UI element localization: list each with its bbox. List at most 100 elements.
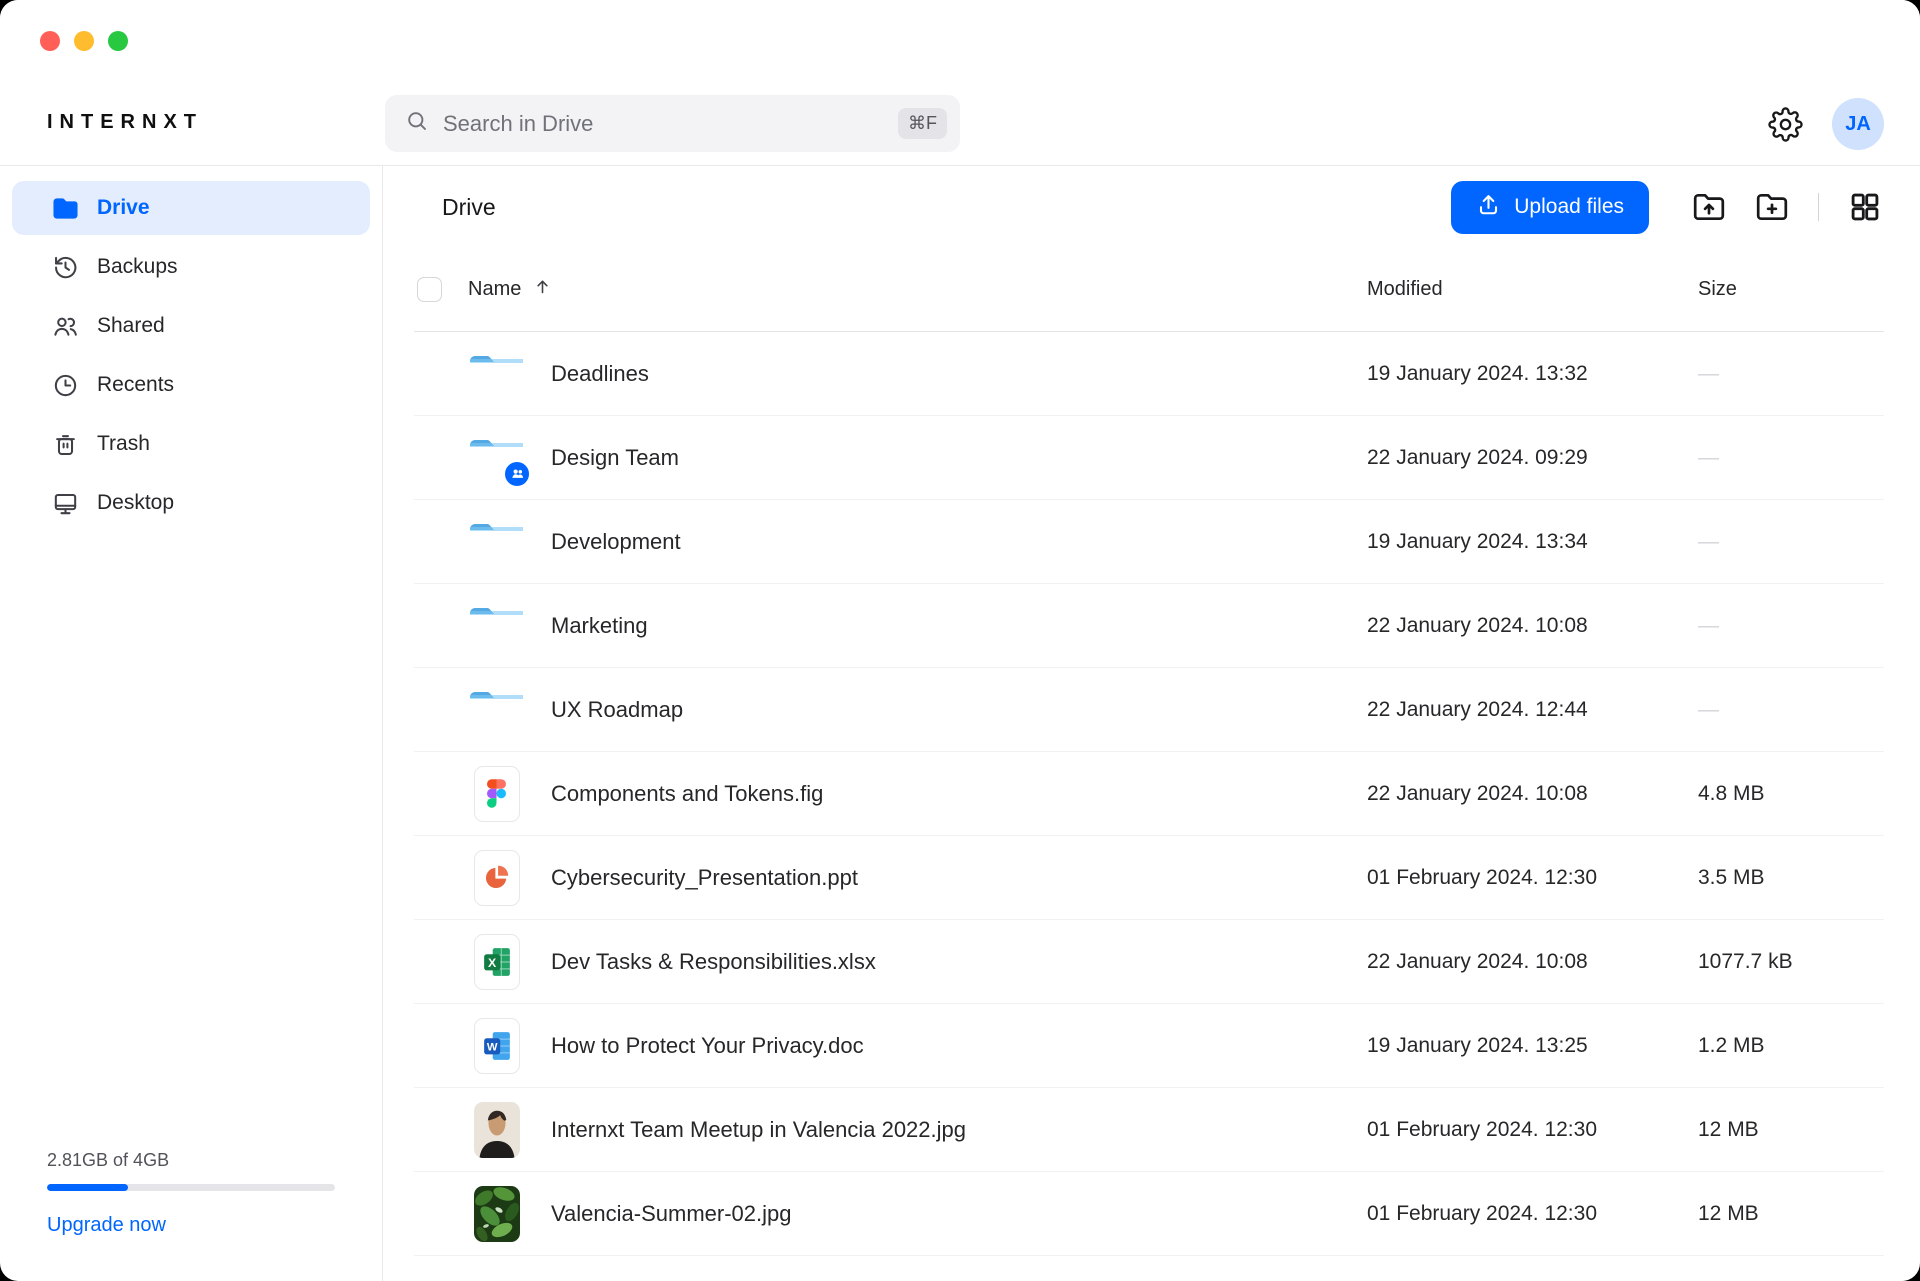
table-row[interactable]: Valencia-Summer-02.jpg 01 February 2024.… [414, 1172, 1884, 1256]
zoom-window-button[interactable] [108, 31, 128, 51]
image-thumbnail [474, 1102, 520, 1158]
file-modified: 22 January 2024. 10:08 [1367, 782, 1698, 806]
table-header-row: Name Modified Size [414, 248, 1884, 332]
sidebar-item-trash[interactable]: Trash [12, 417, 370, 471]
file-name: Internxt Team Meetup in Valencia 2022.jp… [551, 1117, 1367, 1143]
svg-text:W: W [486, 1041, 497, 1053]
trash-icon [52, 431, 79, 458]
table-row[interactable]: W How to Protect Your Privacy.doc 19 Jan… [414, 1004, 1884, 1088]
sidebar-item-recents[interactable]: Recents [12, 358, 370, 412]
sidebar-item-shared[interactable]: Shared [12, 299, 370, 353]
file-modified: 01 February 2024. 12:30 [1367, 1202, 1698, 1226]
shared-icon [52, 313, 79, 340]
file-name: Components and Tokens.fig [551, 781, 1367, 807]
topbar-right: JA [1766, 98, 1884, 150]
file-size: — [1698, 446, 1884, 470]
column-header-name[interactable]: Name [468, 277, 1367, 302]
file-icon [468, 430, 525, 486]
table-row[interactable]: Internxt Team Meetup in Valencia 2022.jp… [414, 1088, 1884, 1172]
search-shortcut-badge: ⌘F [898, 108, 947, 139]
backups-icon [52, 254, 79, 281]
close-window-button[interactable] [40, 31, 60, 51]
file-icon [468, 346, 525, 402]
desktop-icon [52, 490, 79, 517]
file-size: — [1698, 362, 1884, 386]
upload-folder-button[interactable] [1690, 188, 1728, 226]
avatar[interactable]: JA [1832, 98, 1884, 150]
file-size: 3.5 MB [1698, 866, 1884, 890]
table-row[interactable]: Development 19 January 2024. 13:34 — [414, 500, 1884, 584]
drive-icon [52, 195, 79, 222]
settings-gear-icon[interactable] [1766, 105, 1804, 143]
table-row[interactable]: Deadlines 19 January 2024. 13:32 — [414, 332, 1884, 416]
table-body: Deadlines 19 January 2024. 13:32 — Desig… [414, 332, 1884, 1256]
file-icon [468, 682, 525, 738]
sidebar-item-label: Shared [97, 314, 165, 338]
window-controls [40, 31, 128, 51]
shared-folder-badge [502, 459, 532, 489]
sidebar-item-label: Recents [97, 373, 174, 397]
file-size: — [1698, 698, 1884, 722]
toolbar-divider [1818, 193, 1819, 221]
file-modified: 19 January 2024. 13:25 [1367, 1034, 1698, 1058]
table-row[interactable]: Design Team 22 January 2024. 09:29 — [414, 416, 1884, 500]
file-size: 12 MB [1698, 1202, 1884, 1226]
storage-usage-label: 2.81GB of 4GB [47, 1150, 335, 1171]
ppt-file-icon [474, 850, 520, 906]
storage-section: 2.81GB of 4GB Upgrade now [47, 1150, 335, 1237]
sidebar-item-label: Drive [97, 196, 150, 220]
table-row[interactable]: UX Roadmap 22 January 2024. 12:44 — [414, 668, 1884, 752]
file-icon: W [468, 1018, 525, 1074]
search-input[interactable] [443, 111, 898, 137]
page-title: Drive [442, 194, 496, 221]
upload-files-button[interactable]: Upload files [1451, 181, 1649, 234]
top-bar: INTERNXT ⌘F JA [0, 0, 1920, 166]
sidebar-item-drive[interactable]: Drive [12, 181, 370, 235]
sidebar-item-label: Backups [97, 255, 178, 279]
file-name: UX Roadmap [551, 697, 1367, 723]
search-bar[interactable]: ⌘F [385, 95, 960, 152]
column-header-size[interactable]: Size [1698, 278, 1884, 301]
sidebar-item-label: Trash [97, 432, 150, 456]
file-icon [468, 766, 525, 822]
file-size: 1077.7 kB [1698, 950, 1884, 974]
file-size: — [1698, 614, 1884, 638]
file-modified: 22 January 2024. 10:08 [1367, 950, 1698, 974]
sidebar: Drive Backups Shared Recents Trash Deskt… [0, 166, 383, 1281]
image-thumbnail [474, 1186, 520, 1242]
app-window: INTERNXT ⌘F JA Drive Backups Shared Rec [0, 0, 1920, 1281]
file-name: Cybersecurity_Presentation.ppt [551, 865, 1367, 891]
new-folder-button[interactable] [1753, 188, 1791, 226]
file-modified: 22 January 2024. 12:44 [1367, 698, 1698, 722]
file-modified: 22 January 2024. 09:29 [1367, 446, 1698, 470]
file-name: How to Protect Your Privacy.doc [551, 1033, 1367, 1059]
file-name: Deadlines [551, 361, 1367, 387]
sidebar-item-desktop[interactable]: Desktop [12, 476, 370, 530]
toolbar: Upload files [1451, 181, 1884, 234]
xlsx-file-icon: X [474, 934, 520, 990]
table-row[interactable]: Marketing 22 January 2024. 10:08 — [414, 584, 1884, 668]
file-name: Development [551, 529, 1367, 555]
column-header-modified[interactable]: Modified [1367, 278, 1698, 301]
file-icon [468, 514, 525, 570]
recents-icon [52, 372, 79, 399]
file-size: — [1698, 530, 1884, 554]
grid-view-button[interactable] [1846, 188, 1884, 226]
file-name: Dev Tasks & Responsibilities.xlsx [551, 949, 1367, 975]
minimize-window-button[interactable] [74, 31, 94, 51]
table-row[interactable]: X Dev Tasks & Responsibilities.xlsx 22 J… [414, 920, 1884, 1004]
upgrade-now-link[interactable]: Upgrade now [47, 1214, 166, 1237]
file-modified: 01 February 2024. 12:30 [1367, 1118, 1698, 1142]
svg-text:X: X [488, 955, 497, 969]
file-icon [468, 598, 525, 654]
doc-file-icon: W [474, 1018, 520, 1074]
select-all-checkbox[interactable] [417, 277, 442, 302]
sidebar-item-backups[interactable]: Backups [12, 240, 370, 294]
file-size: 12 MB [1698, 1118, 1884, 1142]
file-name: Valencia-Summer-02.jpg [551, 1201, 1367, 1227]
table-row[interactable]: Components and Tokens.fig 22 January 202… [414, 752, 1884, 836]
table-row[interactable]: Cybersecurity_Presentation.ppt 01 Februa… [414, 836, 1884, 920]
upload-files-label: Upload files [1514, 195, 1624, 219]
fig-file-icon [474, 766, 520, 822]
file-table: Name Modified Size Deadlines 19 January … [414, 248, 1884, 1256]
